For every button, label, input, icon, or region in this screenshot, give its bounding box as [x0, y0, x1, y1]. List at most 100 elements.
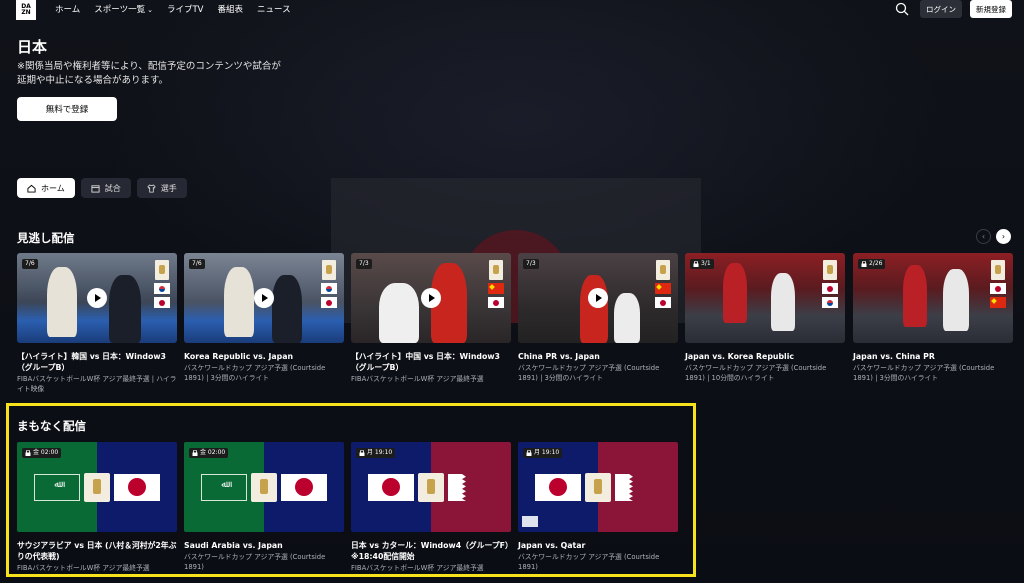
dazn-logo[interactable]: DA ZN: [16, 0, 36, 20]
chevron-down-icon: ⌄: [147, 6, 153, 14]
upcoming-card[interactable]: 金 02:00 Saudi Arabia vs. Japan バスケワールドカッ…: [184, 442, 344, 572]
card-thumbnail[interactable]: 7/6: [184, 253, 344, 343]
team-flags: [153, 260, 170, 308]
lock-icon: [693, 261, 699, 267]
card-thumbnail[interactable]: 2/26: [853, 253, 1013, 343]
tab-players[interactable]: 選手: [136, 178, 187, 198]
catchup-card[interactable]: 3/1 Japan vs. Korea Republic バスケワールドカップ …: [685, 253, 845, 383]
player-figure: [943, 269, 969, 331]
china-flag-icon: [487, 283, 504, 294]
search-icon[interactable]: [895, 2, 909, 16]
lock-icon: [359, 450, 365, 456]
card-subtitle: バスケワールドカップ アジア予選 (Courtside 1891) | 3分間の…: [184, 364, 326, 382]
login-button[interactable]: ログイン: [920, 0, 962, 18]
card-title: サウジアラビア vs 日本 (八村＆河村が2年ぶりの代表戦): [17, 541, 177, 561]
card-title: 【ハイライト】韓国 vs 日本：Window3（グループB）: [17, 352, 166, 372]
carousel-next-button[interactable]: ›: [996, 229, 1011, 244]
carousel-prev-button[interactable]: ‹: [976, 229, 991, 244]
upcoming-card[interactable]: 月 19:10 Japan vs. Qatar バスケワールドカップ アジア予選…: [518, 442, 678, 572]
notice-text: ※関係当局や権利者等により、配信予定のコンテンツや試合が延期や中止になる場合があ…: [17, 61, 281, 86]
card-subtitle: FIBAバスケットボールW杯 アジア最終予選 | ハイライト映像: [17, 375, 177, 393]
trophy-icon: [822, 260, 837, 280]
card-thumbnail[interactable]: 月 19:10: [518, 442, 678, 532]
chevron-right-icon: ›: [1001, 232, 1006, 241]
china-flag-icon: [654, 283, 671, 294]
korea-flag-icon: [153, 283, 170, 294]
japan-flag-icon: [281, 474, 327, 501]
main-nav: ホーム スポーツ一覧 ⌄ ライブTV 番組表 ニュース: [55, 3, 291, 15]
card-thumbnail[interactable]: 3/1: [685, 253, 845, 343]
broadcaster-tag-icon: [522, 516, 538, 527]
japan-flag-icon: [153, 297, 170, 308]
chevron-left-icon: ‹: [981, 232, 986, 241]
upcoming-card[interactable]: 金 02:00 サウジアラビア vs 日本 (八村＆河村が2年ぶりの代表戦) F…: [17, 442, 177, 574]
card-thumbnail[interactable]: 金 02:00: [184, 442, 344, 532]
date-badge: 7/6: [22, 259, 38, 269]
calendar-icon: [91, 184, 100, 193]
card-thumbnail[interactable]: 7/3: [351, 253, 511, 343]
nav-schedule[interactable]: 番組表: [217, 3, 243, 15]
trophy-icon: [84, 473, 110, 502]
saudi-flag-icon: [201, 474, 247, 501]
card-subtitle: FIBAバスケットボールW杯 アジア最終予選: [351, 564, 484, 572]
player-figure: [272, 275, 302, 343]
team-flags: [821, 260, 838, 308]
top-navigation-bar: DA ZN ホーム スポーツ一覧 ⌄ ライブTV 番組表 ニュース ログイン 新規…: [0, 0, 1024, 20]
play-icon[interactable]: [87, 288, 107, 308]
tab-bar: ホーム 試合 選手: [17, 178, 187, 198]
tab-home[interactable]: ホーム: [17, 178, 75, 198]
date-badge: 7/6: [189, 259, 205, 269]
japan-flag-icon: [320, 297, 337, 308]
home-icon: [27, 184, 36, 193]
catchup-card[interactable]: 2/26 Japan vs. China PR バスケワールドカップ アジア予選…: [853, 253, 1013, 383]
play-icon[interactable]: [254, 288, 274, 308]
jersey-icon: [147, 183, 156, 193]
card-title: Saudi Arabia vs. Japan: [184, 541, 283, 550]
card-title: 日本 vs カタール：Window4（グループF）※18:40配信開始: [351, 541, 509, 561]
date-badge: 2/26: [858, 259, 886, 269]
japan-flag-icon: [989, 283, 1006, 294]
trophy-icon: [990, 260, 1005, 280]
card-thumbnail[interactable]: 金 02:00: [17, 442, 177, 532]
catchup-card[interactable]: 7/6 Korea Republic vs. Japan バスケワールドカップ …: [184, 253, 344, 383]
time-badge: 月 19:10: [523, 448, 563, 458]
trophy-icon: [154, 260, 169, 280]
catchup-card[interactable]: 7/6 【ハイライト】韓国 vs 日本：Window3（グループB） FIBAバ…: [17, 253, 177, 394]
nav-live-tv[interactable]: ライブTV: [167, 3, 204, 15]
catchup-card[interactable]: 7/3 China PR vs. Japan バスケワールドカップ アジア予選 …: [518, 253, 678, 383]
player-figure: [903, 265, 927, 327]
trophy-icon: [251, 473, 277, 502]
player-figure: [614, 293, 640, 343]
nav-news[interactable]: ニュース: [257, 3, 291, 15]
team-flags: [320, 260, 337, 308]
japan-flag-icon: [114, 474, 160, 501]
time-badge: 金 02:00: [22, 448, 62, 458]
play-icon[interactable]: [588, 288, 608, 308]
japan-flag-icon: [654, 297, 671, 308]
card-thumbnail[interactable]: 7/3: [518, 253, 678, 343]
nav-home[interactable]: ホーム: [55, 3, 80, 15]
team-flags: [989, 260, 1006, 308]
lock-icon: [526, 450, 532, 456]
lock-icon: [192, 450, 198, 456]
card-thumbnail[interactable]: 7/6: [17, 253, 177, 343]
date-badge: 3/1: [690, 259, 714, 269]
card-title: 【ハイライト】中国 vs 日本：Window3（グループB）: [351, 352, 500, 372]
upcoming-section-title: まもなく配信: [17, 419, 86, 433]
tab-matches[interactable]: 試合: [80, 178, 131, 198]
upcoming-card[interactable]: 月 19:10 日本 vs カタール：Window4（グループF）※18:40配…: [351, 442, 511, 574]
play-icon[interactable]: [421, 288, 441, 308]
catchup-card[interactable]: 7/3 【ハイライト】中国 vs 日本：Window3（グループB） FIBAバ…: [351, 253, 511, 385]
nav-sports-list[interactable]: スポーツ一覧 ⌄: [94, 3, 153, 15]
signup-button[interactable]: 新規登録: [970, 0, 1012, 18]
page-title: 日本: [17, 38, 48, 56]
card-thumbnail[interactable]: 月 19:10: [351, 442, 511, 532]
carousel-arrows: ‹ ›: [976, 229, 1011, 244]
free-signup-button[interactable]: 無料で登録: [17, 97, 117, 121]
player-figure: [379, 283, 419, 343]
date-badge: 7/3: [356, 259, 372, 269]
time-badge: 金 02:00: [189, 448, 229, 458]
trophy-icon: [585, 473, 611, 502]
trophy-icon: [321, 260, 336, 280]
card-title: China PR vs. Japan: [518, 352, 600, 361]
